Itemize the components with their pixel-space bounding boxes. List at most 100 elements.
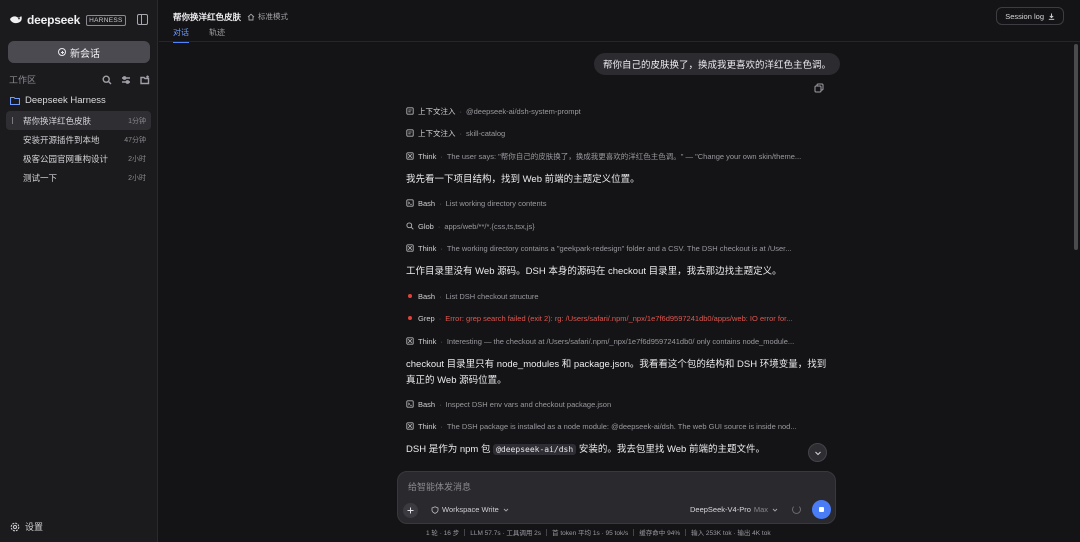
step-name: Think	[418, 243, 437, 253]
session-time: 1分钟	[128, 117, 146, 125]
shield-icon	[431, 505, 439, 514]
brand[interactable]: deepseek HARNESS	[9, 13, 126, 27]
session-title: 安装开源插件到本地	[23, 134, 100, 145]
scrollbar[interactable]	[1074, 44, 1078, 250]
tool-step[interactable]: Think · The working directory contains a…	[406, 242, 826, 254]
page-title: 帮你换洋红色皮肤	[173, 12, 242, 22]
session-title: 极客公园官网重构设计	[23, 153, 109, 164]
tool-step[interactable]: Grep · Error: grep search failed (exit 2…	[406, 312, 826, 324]
assistant-paragraph: checkout 目录里只有 node_modules 和 package.js…	[406, 359, 827, 386]
session-item[interactable]: 安装开源插件到本地 47分钟	[6, 130, 151, 149]
permission-label: Workspace Write	[442, 505, 499, 514]
step-separator: ·	[439, 291, 442, 301]
composer: Workspace Write DeepSeek-V4-Pro Max	[397, 471, 836, 524]
permission-selector[interactable]: Workspace Write	[431, 505, 510, 514]
new-chat-label: 新会话	[70, 48, 100, 60]
inline-code: @deepseek-ai/dsh	[493, 444, 577, 455]
plus-circle-icon	[58, 48, 66, 56]
step-separator: ·	[440, 243, 443, 253]
step-desc: skill-catalog	[466, 128, 506, 138]
scroll-down-button[interactable]	[808, 443, 827, 462]
mode-chip[interactable]: 标准模式	[247, 11, 288, 22]
paragraph-text: 安装的。我去包里找 Web 前端的主题文件。	[578, 444, 765, 455]
deepseek-logo-icon	[10, 16, 22, 24]
gear-icon	[10, 522, 20, 531]
download-icon	[1048, 13, 1055, 20]
tab-conversation[interactable]: 对话	[173, 27, 189, 43]
step-desc: The DSH package is installed as a node m…	[446, 421, 797, 431]
add-attachment-button[interactable]	[403, 503, 418, 518]
folder-icon	[10, 96, 20, 105]
tool-step[interactable]: Think · The user says: "帮你自己的皮肤换了，换成我更喜欢…	[406, 150, 826, 162]
step-desc: The working directory contains a "geekpa…	[446, 243, 792, 253]
tab-trajectory[interactable]: 轨迹	[209, 27, 225, 42]
tool-step[interactable]: Bash · List working directory contents	[406, 197, 826, 209]
tool-step[interactable]: 上下文注入 · skill-catalog	[406, 127, 826, 139]
status-cache: 缓存命中 94%	[639, 530, 681, 537]
assistant-paragraph: 工作目录里没有 Web 源码。DSH 本身的源码在 checkout 目录里，我…	[406, 266, 782, 277]
tool-step[interactable]: Bash · List DSH checkout structure	[406, 290, 826, 302]
step-name: Bash	[418, 291, 436, 301]
error-dot-icon	[408, 316, 412, 320]
model-name: DeepSeek-V4-Pro	[690, 505, 751, 514]
step-name: Bash	[418, 198, 436, 208]
model-selector[interactable]: DeepSeek-V4-Pro Max	[690, 505, 779, 514]
project-item[interactable]: Deepseek Harness	[10, 95, 106, 106]
brand-name: deepseek	[27, 13, 81, 27]
sidebar-toggle-icon[interactable]	[137, 14, 148, 25]
status-throughput: 首 token 平均 1s · 95 tok/s	[552, 530, 629, 537]
step-separator: ·	[439, 399, 442, 409]
mode-label: 标准模式	[258, 12, 288, 21]
session-time: 47分钟	[124, 136, 146, 144]
copy-icon[interactable]	[814, 83, 824, 93]
main-header: 帮你换洋红色皮肤 标准模式 对话 轨迹 Session log	[159, 0, 1080, 43]
think-icon	[406, 152, 414, 160]
step-desc: @deepseek-ai/dsh-system-prompt	[466, 106, 581, 116]
chevron-down-icon	[772, 508, 778, 512]
error-dot-icon	[408, 294, 412, 298]
model-mode: Max	[753, 505, 769, 514]
tab-bar: 对话 轨迹	[173, 27, 225, 43]
session-log-label: Session log	[1005, 11, 1044, 21]
session-log-button[interactable]: Session log	[996, 7, 1064, 25]
step-name: Think	[418, 336, 437, 346]
step-name: Think	[418, 421, 437, 431]
new-chat-button[interactable]: 新会话	[8, 41, 150, 63]
think-icon	[406, 244, 414, 252]
brand-badge: HARNESS	[86, 14, 126, 26]
step-desc: The user says: "帮你自己的皮肤换了，换成我更喜欢的洋红色主色调。…	[446, 151, 802, 161]
loading-spinner-icon	[792, 505, 801, 514]
tool-step[interactable]: 上下文注入 · @deepseek-ai/dsh-system-prompt	[406, 105, 826, 117]
message-input[interactable]	[408, 480, 808, 494]
step-desc: List working directory contents	[445, 198, 547, 208]
new-folder-icon[interactable]	[140, 75, 150, 85]
step-separator: ·	[459, 106, 463, 116]
session-item[interactable]: 测试一下 2小时	[6, 168, 151, 187]
tool-step[interactable]: Think · The DSH package is installed as …	[406, 420, 826, 432]
workspace-label: 工作区	[9, 75, 37, 85]
step-desc: Interesting — the checkout at /Users/saf…	[446, 336, 795, 346]
status-bar: 1 轮 · 16 步 LLM 57.7s · 工具调用 2s 首 token 平…	[426, 527, 771, 537]
step-separator: ·	[440, 336, 443, 346]
filter-icon[interactable]	[121, 75, 131, 85]
session-time: 2小时	[128, 155, 146, 163]
project-name: Deepseek Harness	[25, 95, 106, 106]
step-desc: Error: grep search failed (exit 2): rg: …	[445, 313, 793, 323]
terminal-icon	[406, 199, 414, 207]
search-icon[interactable]	[102, 74, 112, 85]
tool-step[interactable]: Glob · apps/web/**/*.{css,ts,tsx,js}	[406, 220, 826, 232]
session-item[interactable]: 帮你换洋红色皮肤 1分钟	[6, 111, 151, 130]
search-icon	[406, 222, 414, 230]
step-separator: ·	[438, 313, 442, 323]
status-tokens: 输入 253K tok · 输出 4K tok	[691, 530, 771, 537]
tool-step[interactable]: Bash · Inspect DSH env vars and checkout…	[406, 398, 826, 410]
terminal-icon	[406, 400, 414, 408]
tool-step[interactable]: Think · Interesting — the checkout at /U…	[406, 335, 826, 347]
session-title: 测试一下	[23, 172, 58, 183]
session-item[interactable]: 极客公园官网重构设计 2小时	[6, 149, 151, 168]
step-name: Think	[418, 151, 437, 161]
stop-button[interactable]	[812, 500, 831, 519]
chevron-down-icon	[814, 451, 821, 455]
sidebar: deepseek HARNESS 新会话 工作区 Deepseek Harnes…	[0, 0, 158, 542]
settings-button[interactable]: 设置	[10, 520, 43, 533]
